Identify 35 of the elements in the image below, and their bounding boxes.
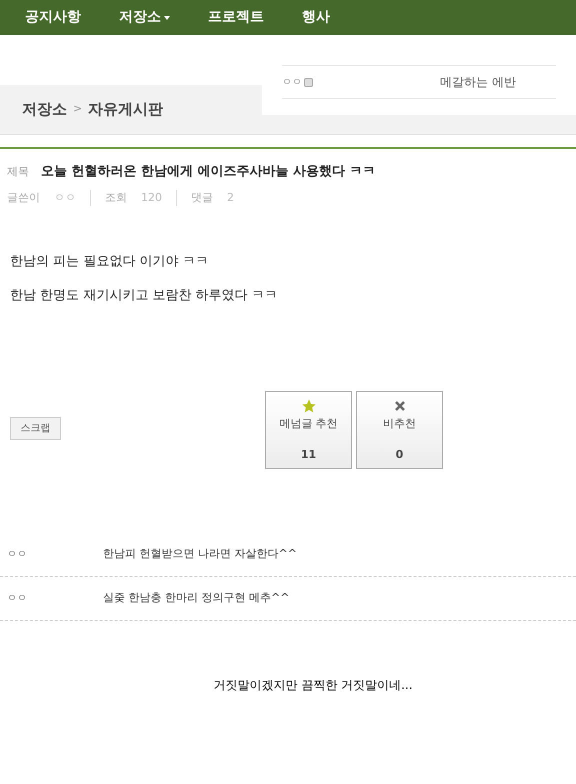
post-body-line: 한남 한명도 재기시키고 보람찬 하루였다 ㅋㅋ	[10, 286, 279, 304]
user-title: 메갈하는 에반	[440, 74, 516, 91]
nav-link[interactable]: 행사	[302, 7, 330, 28]
meta-label: 글쓴이	[7, 190, 40, 206]
meta-value: 120	[141, 190, 162, 206]
breadcrumb-link[interactable]: 저장소	[22, 98, 67, 121]
post-title: 오늘 헌혈하러온 한남에게 에이즈주사바늘 사용했다 ㅋㅋ	[41, 163, 376, 181]
nav-link[interactable]: 프로젝트	[208, 7, 264, 28]
user-name: ㅇㅇ	[282, 76, 302, 90]
comment-text: 실줒 한남충 한마리 정의구현 메추^^	[103, 590, 290, 606]
meta-value: 2	[227, 190, 234, 206]
vote-button[interactable]: 메넘글 추천 11	[265, 391, 352, 469]
vote-count: 0	[396, 446, 404, 462]
breadcrumb-current: 자유게시판	[88, 99, 164, 120]
vote-label: 비추천	[383, 416, 416, 432]
vote-button[interactable]: 비추천 0	[356, 391, 443, 469]
title-label: 제목	[7, 164, 29, 180]
comment-author: ㅇㅇ	[6, 592, 28, 606]
post-body-line: 한남의 피는 필요없다 이기야 ㅋㅋ	[10, 253, 210, 271]
scrap-button[interactable]: 스크랩	[10, 417, 61, 440]
meta-label: 조회	[105, 190, 127, 206]
x-icon	[394, 400, 406, 412]
vote-count: 11	[300, 446, 316, 462]
memo-icon	[304, 78, 313, 86]
breadcrumb-separator: >	[73, 101, 82, 118]
meta-value: ㅇㅇ	[54, 190, 76, 206]
star-icon	[300, 398, 316, 414]
caption-text: 거짓말이겠지만 끔찍한 거짓말이네...	[212, 677, 414, 694]
comment-text: 한남피 헌혈받으면 나라면 자살한다^^	[103, 546, 297, 562]
meta-label: 댓글	[191, 190, 213, 206]
nav-link[interactable]: 저장소	[119, 7, 170, 28]
vote-label: 메넘글 추천	[279, 416, 338, 432]
caret-icon	[164, 16, 170, 20]
nav-link[interactable]: 공지사항	[25, 7, 81, 28]
comment-author: ㅇㅇ	[6, 548, 28, 562]
